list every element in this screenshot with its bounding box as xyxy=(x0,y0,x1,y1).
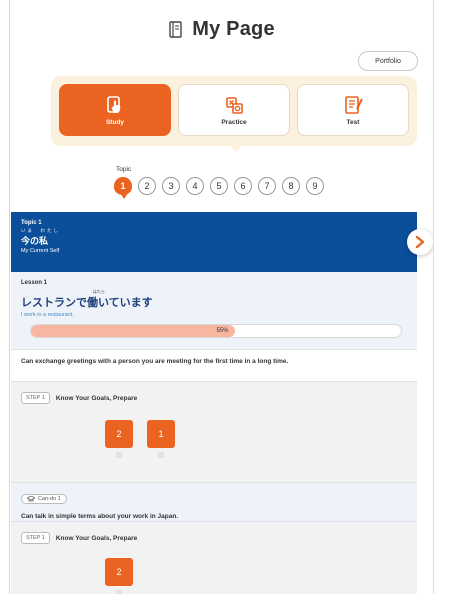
step-items: 2 xyxy=(105,558,133,594)
lesson-label: Lesson 1 xyxy=(21,280,48,286)
book-icon xyxy=(169,20,182,38)
step-section-2: STEP 1 Know Your Goals, Prepare 2 xyxy=(11,522,417,594)
step-item-button[interactable]: 2 xyxy=(105,558,133,586)
test-tab-label: Test xyxy=(346,118,360,126)
step-tag: STEP 1 xyxy=(21,392,50,404)
progress-text: 55% xyxy=(216,328,229,334)
hat-icon xyxy=(27,496,35,502)
topic-pill-4[interactable]: 4 xyxy=(186,177,204,195)
mode-pointer xyxy=(228,144,244,152)
topic-title-en: My Current Self xyxy=(21,248,60,254)
topic-label: Topic xyxy=(116,166,132,173)
page-header: My Page xyxy=(10,18,433,48)
topic-title-jp: 今の私 xyxy=(21,236,49,246)
next-topic-button[interactable] xyxy=(407,229,433,255)
topic-pill-8[interactable]: 8 xyxy=(282,177,300,195)
goal-statement: Can exchange greetings with a person you… xyxy=(11,350,417,382)
topic-banner[interactable]: Topic 1 いま わたし 今の私 My Current Self xyxy=(11,212,417,272)
step-item-marker xyxy=(158,452,164,458)
topic-selector: 1 2 3 4 5 6 7 8 9 xyxy=(114,177,324,195)
topic-pill-5[interactable]: 5 xyxy=(210,177,228,195)
topic-pill-2[interactable]: 2 xyxy=(138,177,156,195)
step-items: 2 1 xyxy=(105,420,175,458)
frame-right-border xyxy=(433,0,434,594)
practice-tab[interactable]: Practice xyxy=(178,84,290,136)
cando-chip-label: Can-do 1 xyxy=(38,496,61,502)
lesson-progress-bar: 55% xyxy=(30,324,402,338)
topic-pill-3[interactable]: 3 xyxy=(162,177,180,195)
study-icon xyxy=(107,95,121,113)
page-title: My Page xyxy=(192,18,275,40)
topic-pill-7[interactable]: 7 xyxy=(258,177,276,195)
step-item-marker xyxy=(116,452,122,458)
study-tab[interactable]: Study xyxy=(59,84,171,136)
mode-selector: Study Practice Test xyxy=(51,76,417,146)
cando-text: Can talk in simple terms about your work… xyxy=(21,513,179,520)
goal-text: Can exchange greetings with a person you… xyxy=(21,358,289,365)
step-item-marker xyxy=(116,590,122,594)
lesson-title-en: I work in a restaurant. xyxy=(21,312,74,318)
step-item-button[interactable]: 2 xyxy=(105,420,133,448)
step-title: Know Your Goals, Prepare xyxy=(55,394,138,402)
lesson-panel[interactable]: Lesson 1 はたら レストランで働いています I work in a re… xyxy=(11,272,417,350)
cando-section: Can-do 1 Can talk in simple terms about … xyxy=(11,482,417,522)
portfolio-button[interactable]: Portfolio xyxy=(358,51,418,71)
cando-chip: Can-do 1 xyxy=(21,494,67,504)
topic-card: Topic 1 いま わたし 今の私 My Current Self Lesso… xyxy=(11,212,417,594)
step-section-1: STEP 1 Know Your Goals, Prepare 2 1 xyxy=(11,382,417,482)
topic-number: Topic 1 xyxy=(21,220,42,226)
topic-pin xyxy=(120,193,128,199)
topic-pill-6[interactable]: 6 xyxy=(234,177,252,195)
progress-fill: 55% xyxy=(31,325,235,337)
step-title: Know Your Goals, Prepare xyxy=(55,534,138,542)
step-tag: STEP 1 xyxy=(21,532,50,544)
test-tab[interactable]: Test xyxy=(297,84,409,136)
topic-pill-9[interactable]: 9 xyxy=(306,177,324,195)
chevron-right-icon xyxy=(415,236,425,248)
step-item-button[interactable]: 1 xyxy=(147,420,175,448)
practice-icon xyxy=(226,96,243,114)
practice-tab-label: Practice xyxy=(221,118,247,126)
study-tab-label: Study xyxy=(105,118,125,126)
test-icon xyxy=(345,95,363,114)
my-page: My Page Portfolio Study Practice Test To… xyxy=(10,0,433,594)
lesson-title-jp: レストランで働いています xyxy=(21,297,153,309)
